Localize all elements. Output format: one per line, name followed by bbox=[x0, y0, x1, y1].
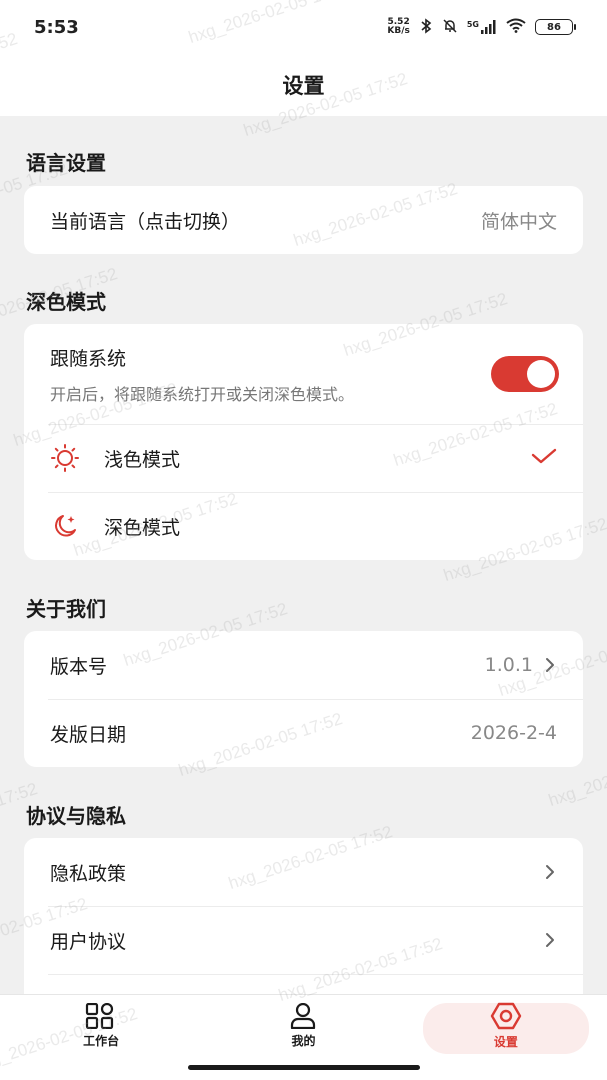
tab-label-settings: 设置 bbox=[493, 1034, 518, 1049]
privacy-policy-row[interactable]: 隐私政策 bbox=[24, 838, 583, 906]
bottom-tab-bar: 工作台 我的 设置 bbox=[0, 994, 607, 1056]
net-speed: 5.52 KB/s bbox=[387, 18, 409, 36]
section-title-dark-mode: 深色模式 bbox=[26, 290, 106, 314]
dark-mode-label: 深色模式 bbox=[104, 516, 181, 539]
chevron-right-icon bbox=[543, 656, 557, 674]
language-switch-row[interactable]: 当前语言（点击切换） 简体中文 bbox=[24, 186, 583, 254]
user-agreement-label: 用户协议 bbox=[50, 930, 127, 953]
follow-system-label: 跟随系统 bbox=[50, 347, 127, 370]
version-value: 1.0.1 bbox=[484, 654, 533, 676]
dark-mode-row[interactable]: 深色模式 bbox=[24, 492, 583, 560]
language-card: 当前语言（点击切换） 简体中文 bbox=[24, 186, 583, 254]
release-date-label: 发版日期 bbox=[50, 723, 127, 746]
chevron-right-icon bbox=[543, 931, 557, 949]
status-icons: 5.52 KB/s 5G 86 bbox=[387, 17, 576, 37]
section-title-privacy: 协议与隐私 bbox=[26, 804, 126, 828]
sun-icon bbox=[50, 443, 80, 473]
battery-level: 86 bbox=[547, 21, 561, 33]
page-title: 设置 bbox=[282, 74, 325, 98]
toggle-knob bbox=[527, 360, 555, 388]
tab-label-workbench: 工作台 bbox=[83, 1033, 120, 1048]
settings-content[interactable]: 语言设置 当前语言（点击切换） 简体中文 深色模式 跟随系统 开启后，将跟随系统… bbox=[0, 116, 607, 994]
privacy-policy-label: 隐私政策 bbox=[50, 862, 127, 885]
settings-hexagon-icon bbox=[490, 1002, 522, 1029]
status-time: 5:53 bbox=[34, 16, 79, 38]
status-bar: 5:53 5.52 KB/s 5G 86 bbox=[0, 0, 607, 54]
user-agreement-row[interactable]: 用户协议 bbox=[24, 906, 583, 974]
privacy-card: 隐私政策 用户协议 bbox=[24, 838, 583, 994]
net-speed-unit: KB/s bbox=[387, 26, 410, 36]
version-label: 版本号 bbox=[50, 655, 108, 678]
follow-system-row: 跟随系统 开启后，将跟随系统打开或关闭深色模式。 bbox=[24, 324, 583, 424]
checkmark-icon bbox=[531, 447, 557, 469]
battery-icon: 86 bbox=[535, 19, 576, 35]
language-value: 简体中文 bbox=[480, 210, 557, 233]
grid-icon bbox=[86, 1002, 114, 1029]
dark-mode-card: 跟随系统 开启后，将跟随系统打开或关闭深色模式。 浅色模式 深色模式 bbox=[24, 324, 583, 560]
next-row-partial bbox=[24, 974, 583, 994]
section-title-language: 语言设置 bbox=[26, 151, 106, 175]
network-type-label: 5G bbox=[466, 20, 479, 29]
follow-system-toggle[interactable] bbox=[491, 356, 559, 392]
release-date-value: 2026-2-4 bbox=[470, 722, 557, 744]
tab-settings[interactable]: 设置 bbox=[405, 995, 607, 1056]
version-row[interactable]: 版本号 1.0.1 bbox=[24, 631, 583, 699]
light-mode-label: 浅色模式 bbox=[104, 448, 181, 471]
gesture-nav-bar bbox=[0, 1056, 607, 1080]
bluetooth-icon bbox=[419, 17, 433, 37]
home-indicator[interactable] bbox=[188, 1065, 420, 1070]
mute-bell-icon bbox=[442, 18, 458, 37]
user-icon bbox=[291, 1002, 316, 1029]
moon-icon bbox=[50, 511, 80, 541]
about-card: 版本号 1.0.1 发版日期 2026-2-4 bbox=[24, 631, 583, 767]
chevron-right-icon bbox=[543, 863, 557, 881]
tab-mine[interactable]: 我的 bbox=[202, 995, 404, 1056]
title-bar: 设置 bbox=[0, 54, 607, 116]
language-label: 当前语言（点击切换） bbox=[50, 210, 241, 233]
section-title-about: 关于我们 bbox=[26, 597, 106, 621]
light-mode-row[interactable]: 浅色模式 bbox=[24, 424, 583, 492]
wifi-icon bbox=[506, 18, 526, 36]
follow-system-desc: 开启后，将跟随系统打开或关闭深色模式。 bbox=[50, 384, 355, 404]
tab-label-mine: 我的 bbox=[291, 1033, 316, 1048]
tab-workbench[interactable]: 工作台 bbox=[0, 995, 202, 1056]
release-date-row: 发版日期 2026-2-4 bbox=[24, 699, 583, 767]
cellular-signal-icon: 5G bbox=[467, 20, 497, 34]
